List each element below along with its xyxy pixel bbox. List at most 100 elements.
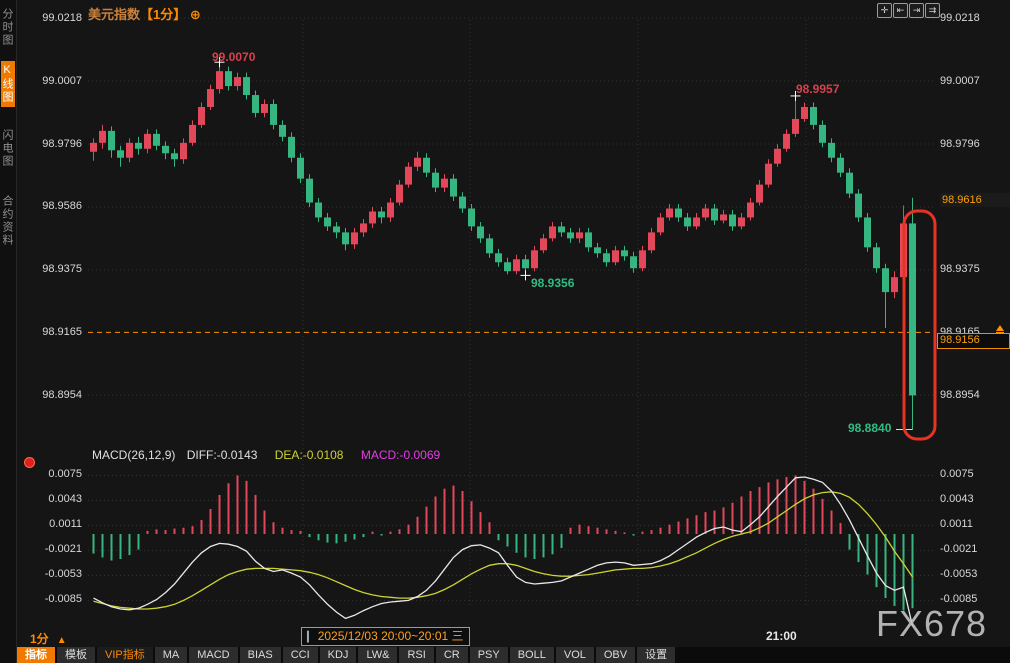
macd-macd-value: MACD:-0.0069 [361, 448, 440, 462]
macd-dea-value: DEA:-0.0108 [275, 448, 344, 462]
candle-body [837, 158, 844, 173]
annotation-second-peak: 98.9957 [796, 82, 839, 96]
diff-line [94, 477, 913, 626]
tab-template[interactable]: 模板 [57, 647, 95, 663]
candle-body [99, 131, 106, 143]
sidebar-item-contract-info[interactable]: 合约资料 [1, 192, 15, 250]
candle-body [567, 232, 574, 238]
candle-body [450, 179, 457, 197]
macd-axis-label: -0.0021 [24, 543, 82, 555]
caret-up-icon: ▲ [57, 635, 67, 646]
tab-ma[interactable]: MA [155, 647, 188, 663]
tab-indicator[interactable]: 指标 [17, 647, 55, 663]
pan-right-icon[interactable]: ⇉ [925, 3, 940, 18]
tab-settings[interactable]: 设置 [637, 647, 675, 663]
candle-body [576, 232, 583, 238]
candle-time-tooltip: ▎2025/12/03 20:00~20:01 三 [301, 627, 470, 646]
candle-body [522, 259, 529, 268]
macd-axis-label: -0.0053 [24, 568, 82, 580]
candle-body [639, 250, 646, 268]
tab-cci[interactable]: CCI [283, 647, 318, 663]
candle-body [729, 214, 736, 226]
tab-vol[interactable]: VOL [556, 647, 594, 663]
macd-axis-label: 0.0043 [24, 493, 82, 505]
candle-body [846, 173, 853, 194]
tab-rsi[interactable]: RSI [399, 647, 433, 663]
instrument-name: 美元指数 [88, 7, 140, 22]
candle-body [216, 71, 223, 89]
scale-y-icon[interactable]: ⇤ [893, 3, 908, 18]
candle-body [891, 277, 898, 292]
candle-body [630, 256, 637, 268]
candle-body [324, 217, 331, 226]
tab-macd[interactable]: MACD [189, 647, 237, 663]
macd-axis-label: 0.0011 [940, 518, 1006, 530]
candle-body [495, 253, 502, 262]
tab-lw[interactable]: LW& [358, 647, 397, 663]
candle-body [117, 150, 124, 157]
tab-vip-indicator[interactable]: VIP指标 [97, 647, 153, 663]
candle-body [882, 268, 889, 292]
interval-value: 1分 [30, 632, 49, 646]
candle-body [864, 217, 871, 247]
y-axis-label: 98.8954 [940, 389, 1006, 401]
interval-selector[interactable]: 1分 ▲ [30, 630, 67, 647]
alert-dot-icon [24, 457, 35, 468]
candle-body [738, 217, 745, 226]
candle-body [171, 153, 178, 159]
macd-axis-label: 0.0043 [940, 493, 1006, 505]
watermark: FX678 [876, 603, 987, 645]
sidebar-item-kline-chart[interactable]: K线图 [1, 61, 15, 107]
candle-body [711, 209, 718, 221]
macd-axis-label: -0.0021 [940, 543, 1006, 555]
candle-body [333, 226, 340, 232]
x-axis-time-label: 21:00 [766, 629, 797, 643]
y-axis-label: 99.0218 [24, 12, 82, 24]
candle-body [612, 250, 619, 262]
chart-title: 美元指数【1分】 ⊕ [88, 4, 201, 23]
macd-params: MACD(26,12,9) [92, 448, 175, 462]
crosshair-icon[interactable]: ✛ [877, 3, 892, 18]
candle-body [819, 125, 826, 143]
candle-body [243, 77, 250, 95]
candle-body [810, 107, 817, 125]
macd-axis-label: 0.0011 [24, 518, 82, 530]
tab-obv[interactable]: OBV [596, 647, 635, 663]
candle-body [189, 125, 196, 143]
candle-body [657, 217, 664, 232]
candle-body [342, 232, 349, 244]
candle-body [693, 217, 700, 226]
tab-kdj[interactable]: KDJ [320, 647, 357, 663]
candle-body [135, 143, 142, 149]
scale-x-icon[interactable]: ⇥ [909, 3, 924, 18]
annotation-mid-low: 98.9356 [531, 276, 574, 290]
y-axis-label: 98.8954 [24, 389, 82, 401]
y-axis-label: 98.9375 [940, 263, 1006, 275]
candle-body [549, 226, 556, 238]
tab-cr[interactable]: CR [436, 647, 468, 663]
candle-body [801, 107, 808, 119]
candle-body [297, 158, 304, 179]
macd-diff-value: DIFF:-0.0143 [187, 448, 258, 462]
tab-boll[interactable]: BOLL [510, 647, 554, 663]
candle-body [702, 209, 709, 218]
candle-body [594, 247, 601, 253]
sidebar-item-flash-chart[interactable]: 闪电图 [1, 126, 15, 171]
candle-body [477, 226, 484, 238]
indicator-tabbar: 指标 模板 VIP指标 MA MACD BIAS CCI KDJ LW& RSI… [17, 647, 1010, 663]
highlight-box [904, 211, 935, 439]
sidebar-item-time-chart[interactable]: 分时图 [1, 5, 15, 50]
candle-body [540, 238, 547, 250]
last-open-price-label: 98.9616 [940, 193, 1010, 207]
tab-psy[interactable]: PSY [470, 647, 508, 663]
candle-body [423, 158, 430, 173]
candle-body [279, 125, 286, 137]
candle-body [153, 134, 160, 146]
candle-body [873, 247, 880, 268]
expand-icon[interactable]: ⊕ [190, 7, 201, 22]
candle-body [747, 203, 754, 218]
candle-body [531, 250, 538, 268]
macd-axis-label: -0.0085 [24, 593, 82, 605]
tab-bias[interactable]: BIAS [240, 647, 281, 663]
candle-body [684, 217, 691, 226]
